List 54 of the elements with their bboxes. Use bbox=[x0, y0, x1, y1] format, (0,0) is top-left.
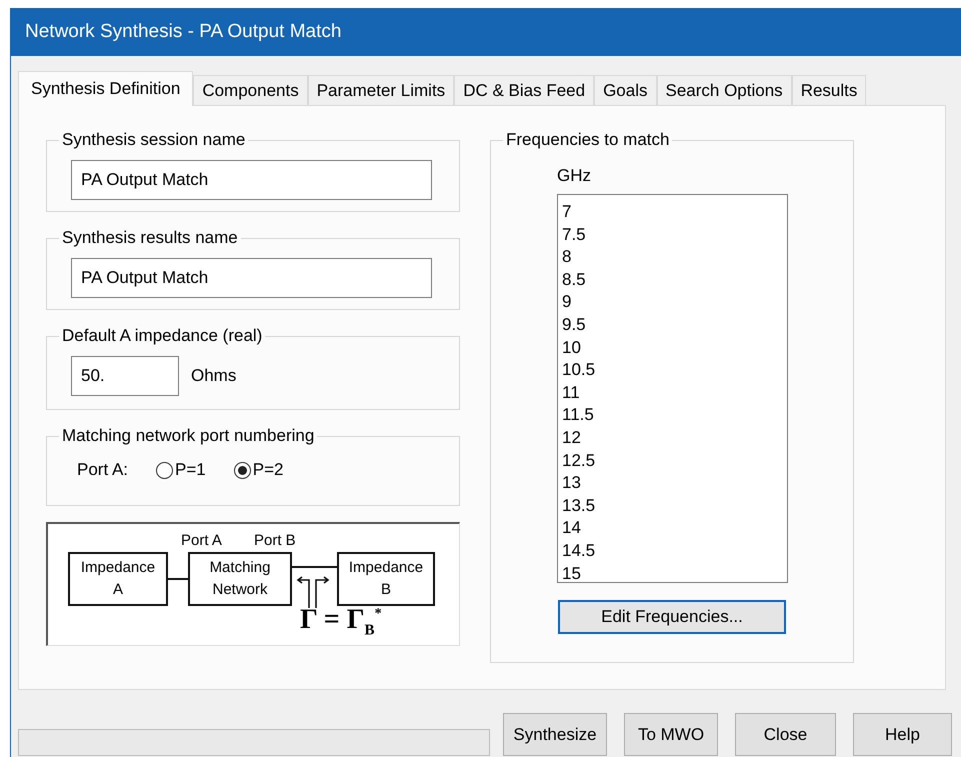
dialog-button[interactable]: Help bbox=[853, 713, 952, 756]
list-item[interactable]: 13.5 bbox=[562, 494, 787, 518]
input-field[interactable]: 50. bbox=[71, 356, 179, 396]
diagram-block: Impedance B bbox=[337, 552, 435, 606]
dialog-button[interactable]: To MWO bbox=[624, 713, 718, 756]
connector-line bbox=[292, 566, 337, 569]
diagram-block: Impedance A bbox=[68, 552, 168, 606]
tab[interactable]: Synthesis Definition bbox=[18, 71, 194, 106]
input-field[interactable]: PA Output Match bbox=[71, 160, 432, 200]
list-item[interactable]: 9.5 bbox=[562, 314, 787, 337]
tab[interactable]: Goals bbox=[594, 75, 656, 105]
list-item[interactable]: 8 bbox=[562, 246, 787, 269]
list-item[interactable]: 12.5 bbox=[562, 450, 787, 472]
tab[interactable]: Parameter Limits bbox=[308, 75, 454, 105]
radio-button[interactable] bbox=[234, 462, 251, 478]
dialog-button[interactable]: Close bbox=[735, 713, 836, 756]
tab[interactable]: Results bbox=[792, 75, 866, 105]
list-item[interactable]: 7 bbox=[562, 201, 787, 224]
window-title: Network Synthesis - PA Output Match bbox=[11, 8, 961, 56]
group-label: Default A impedance (real) bbox=[61, 326, 264, 346]
frequency-list[interactable]: 7 7.5 8 8.5 9 9.5 10 10.5 11 11.5 12 12.5 13 13.5 14 14.5 15 bbox=[557, 194, 788, 583]
list-item[interactable]: 11 bbox=[562, 382, 787, 404]
list-item[interactable]: 14.5 bbox=[562, 540, 787, 562]
radio-button[interactable] bbox=[156, 462, 174, 478]
list-item[interactable]: 10.5 bbox=[562, 359, 787, 382]
tab[interactable]: DC & Bias Feed bbox=[454, 75, 594, 105]
edit-frequencies-button[interactable]: Edit Frequencies... bbox=[558, 600, 786, 634]
unit-label: Ohms bbox=[191, 366, 236, 386]
list-item[interactable]: 7.5 bbox=[562, 224, 787, 246]
list-item[interactable]: 11.5 bbox=[562, 404, 787, 427]
tab[interactable]: Search Options bbox=[656, 75, 792, 105]
group-label: Synthesis session name bbox=[61, 130, 246, 150]
list-item[interactable]: 9 bbox=[562, 291, 787, 314]
port-label: Port B bbox=[254, 532, 296, 549]
port-label: Port A: bbox=[77, 460, 128, 480]
dialog-button[interactable]: Synthesize bbox=[503, 713, 607, 756]
diagram-block: Matching Network bbox=[188, 552, 292, 606]
tab[interactable]: Components bbox=[193, 75, 308, 105]
connector-line bbox=[168, 578, 188, 581]
radio-option[interactable]: P=2 bbox=[234, 460, 284, 480]
unit-label: GHz bbox=[557, 166, 592, 186]
list-item[interactable]: 15 bbox=[562, 562, 787, 586]
group-label: Synthesis results name bbox=[61, 228, 239, 248]
list-item[interactable]: 10 bbox=[562, 336, 787, 360]
arrows-drawing bbox=[296, 574, 330, 608]
list-item[interactable]: 13 bbox=[562, 472, 787, 495]
input-field[interactable]: PA Output Match bbox=[71, 258, 432, 298]
list-item[interactable]: 8.5 bbox=[562, 268, 787, 292]
list-item[interactable]: 14 bbox=[562, 517, 787, 540]
list-item[interactable]: 12 bbox=[562, 426, 787, 450]
radio-option[interactable]: P=1 bbox=[156, 460, 206, 480]
group-label: Frequencies to match bbox=[505, 130, 670, 150]
port-label: Port A bbox=[181, 532, 222, 549]
group-label: Matching network port numbering bbox=[61, 426, 316, 446]
